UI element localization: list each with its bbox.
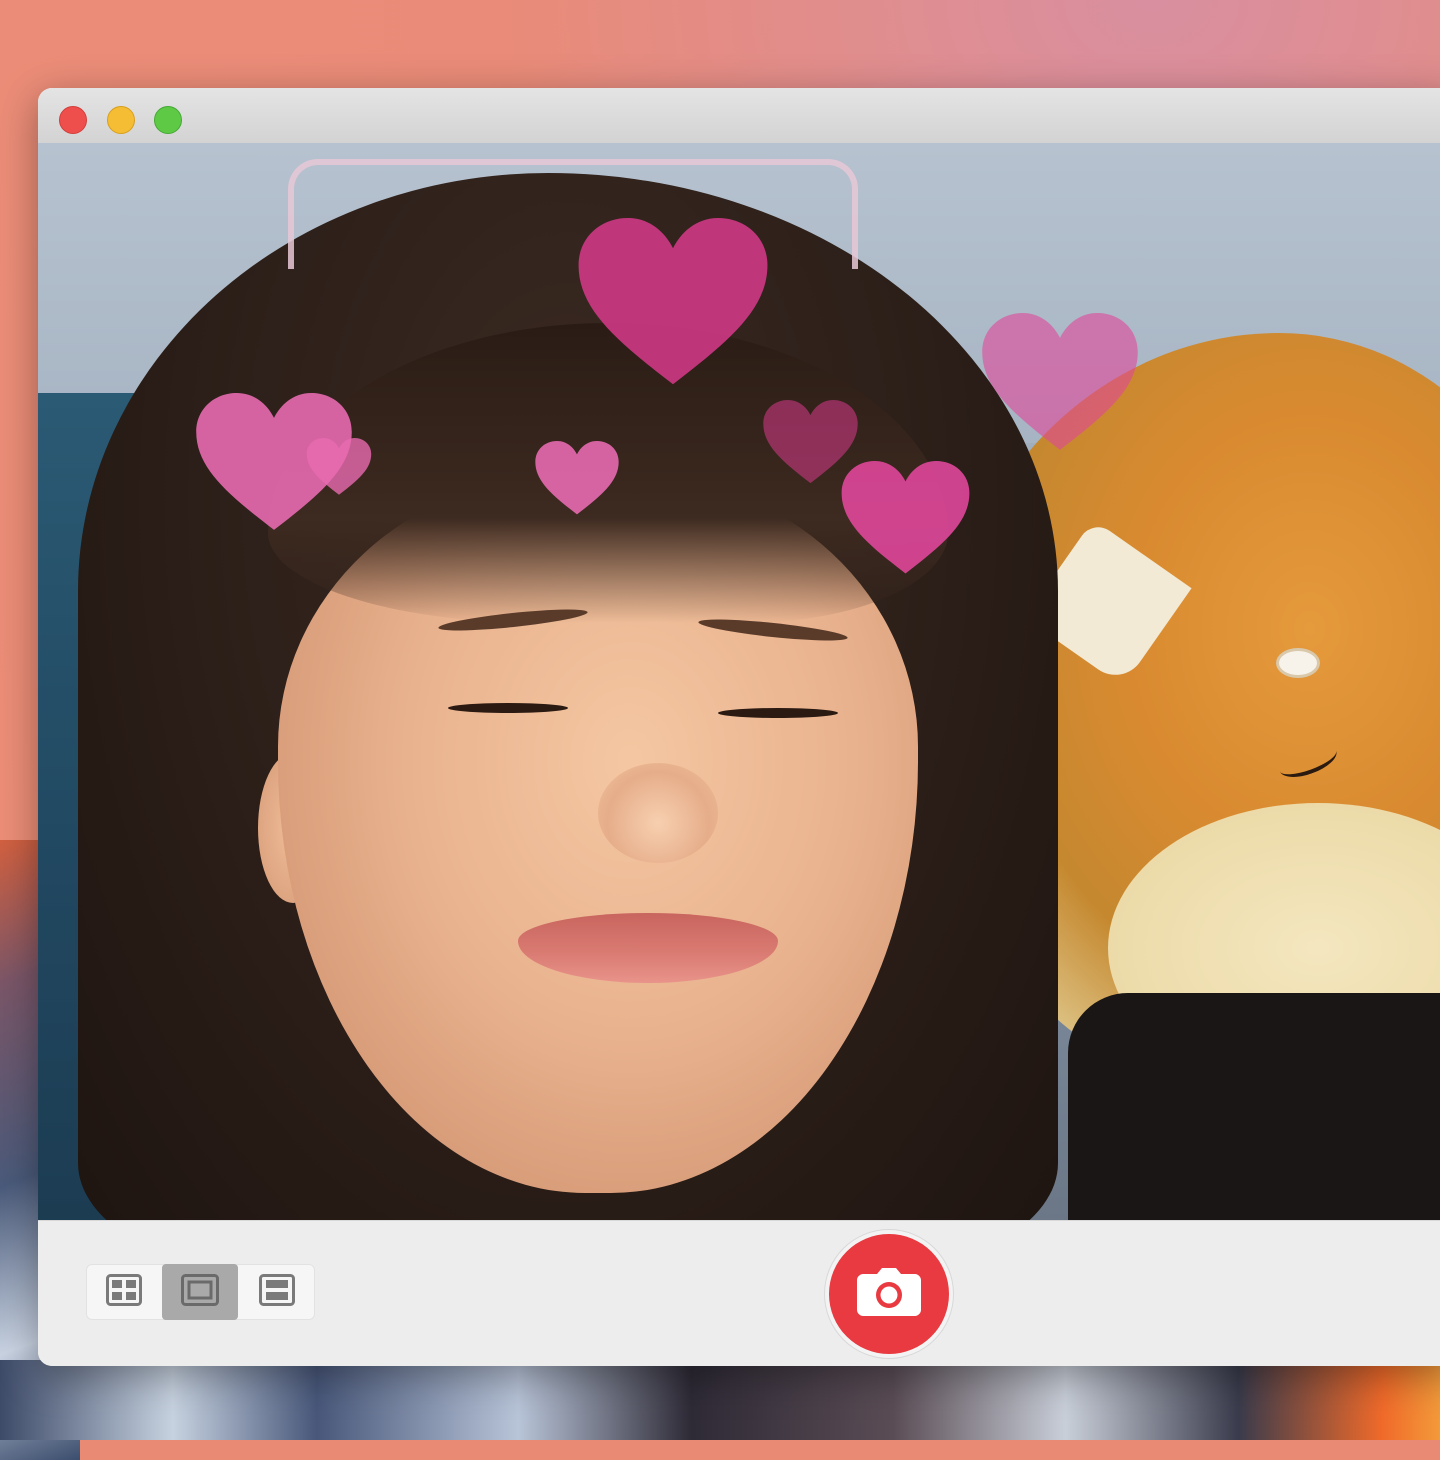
title-bar[interactable] [38,88,1440,144]
single-view-icon [181,1273,219,1311]
glasses-on-head [288,159,858,269]
fox-plush-eye [1276,648,1320,678]
left-eye [448,703,568,713]
heart-effect-icon [528,441,626,516]
take-photo-button[interactable] [829,1234,949,1354]
heart-effect-icon [833,461,978,576]
single-view-button[interactable] [162,1264,238,1320]
dark-clothing [1068,993,1440,1220]
filmstrip-view-button[interactable] [239,1264,315,1320]
photo-booth-window [38,88,1440,1366]
heart-effect-icon [303,438,375,496]
zoom-window-button[interactable] [154,106,182,134]
camera-icon [857,1267,921,1321]
close-window-button[interactable] [59,106,87,134]
nose [598,763,718,863]
filmstrip-view-icon [259,1273,295,1311]
heart-effect-icon [578,218,768,388]
heart-effect-icon [970,313,1150,453]
minimize-window-button[interactable] [107,106,135,134]
view-mode-switcher [86,1264,315,1320]
wallpaper-ridge [0,1360,1440,1440]
right-eye [718,708,838,718]
grid-view-button[interactable] [86,1264,162,1320]
bottom-toolbar [38,1220,1440,1366]
grid-view-icon [106,1273,142,1311]
camera-preview [38,143,1440,1220]
